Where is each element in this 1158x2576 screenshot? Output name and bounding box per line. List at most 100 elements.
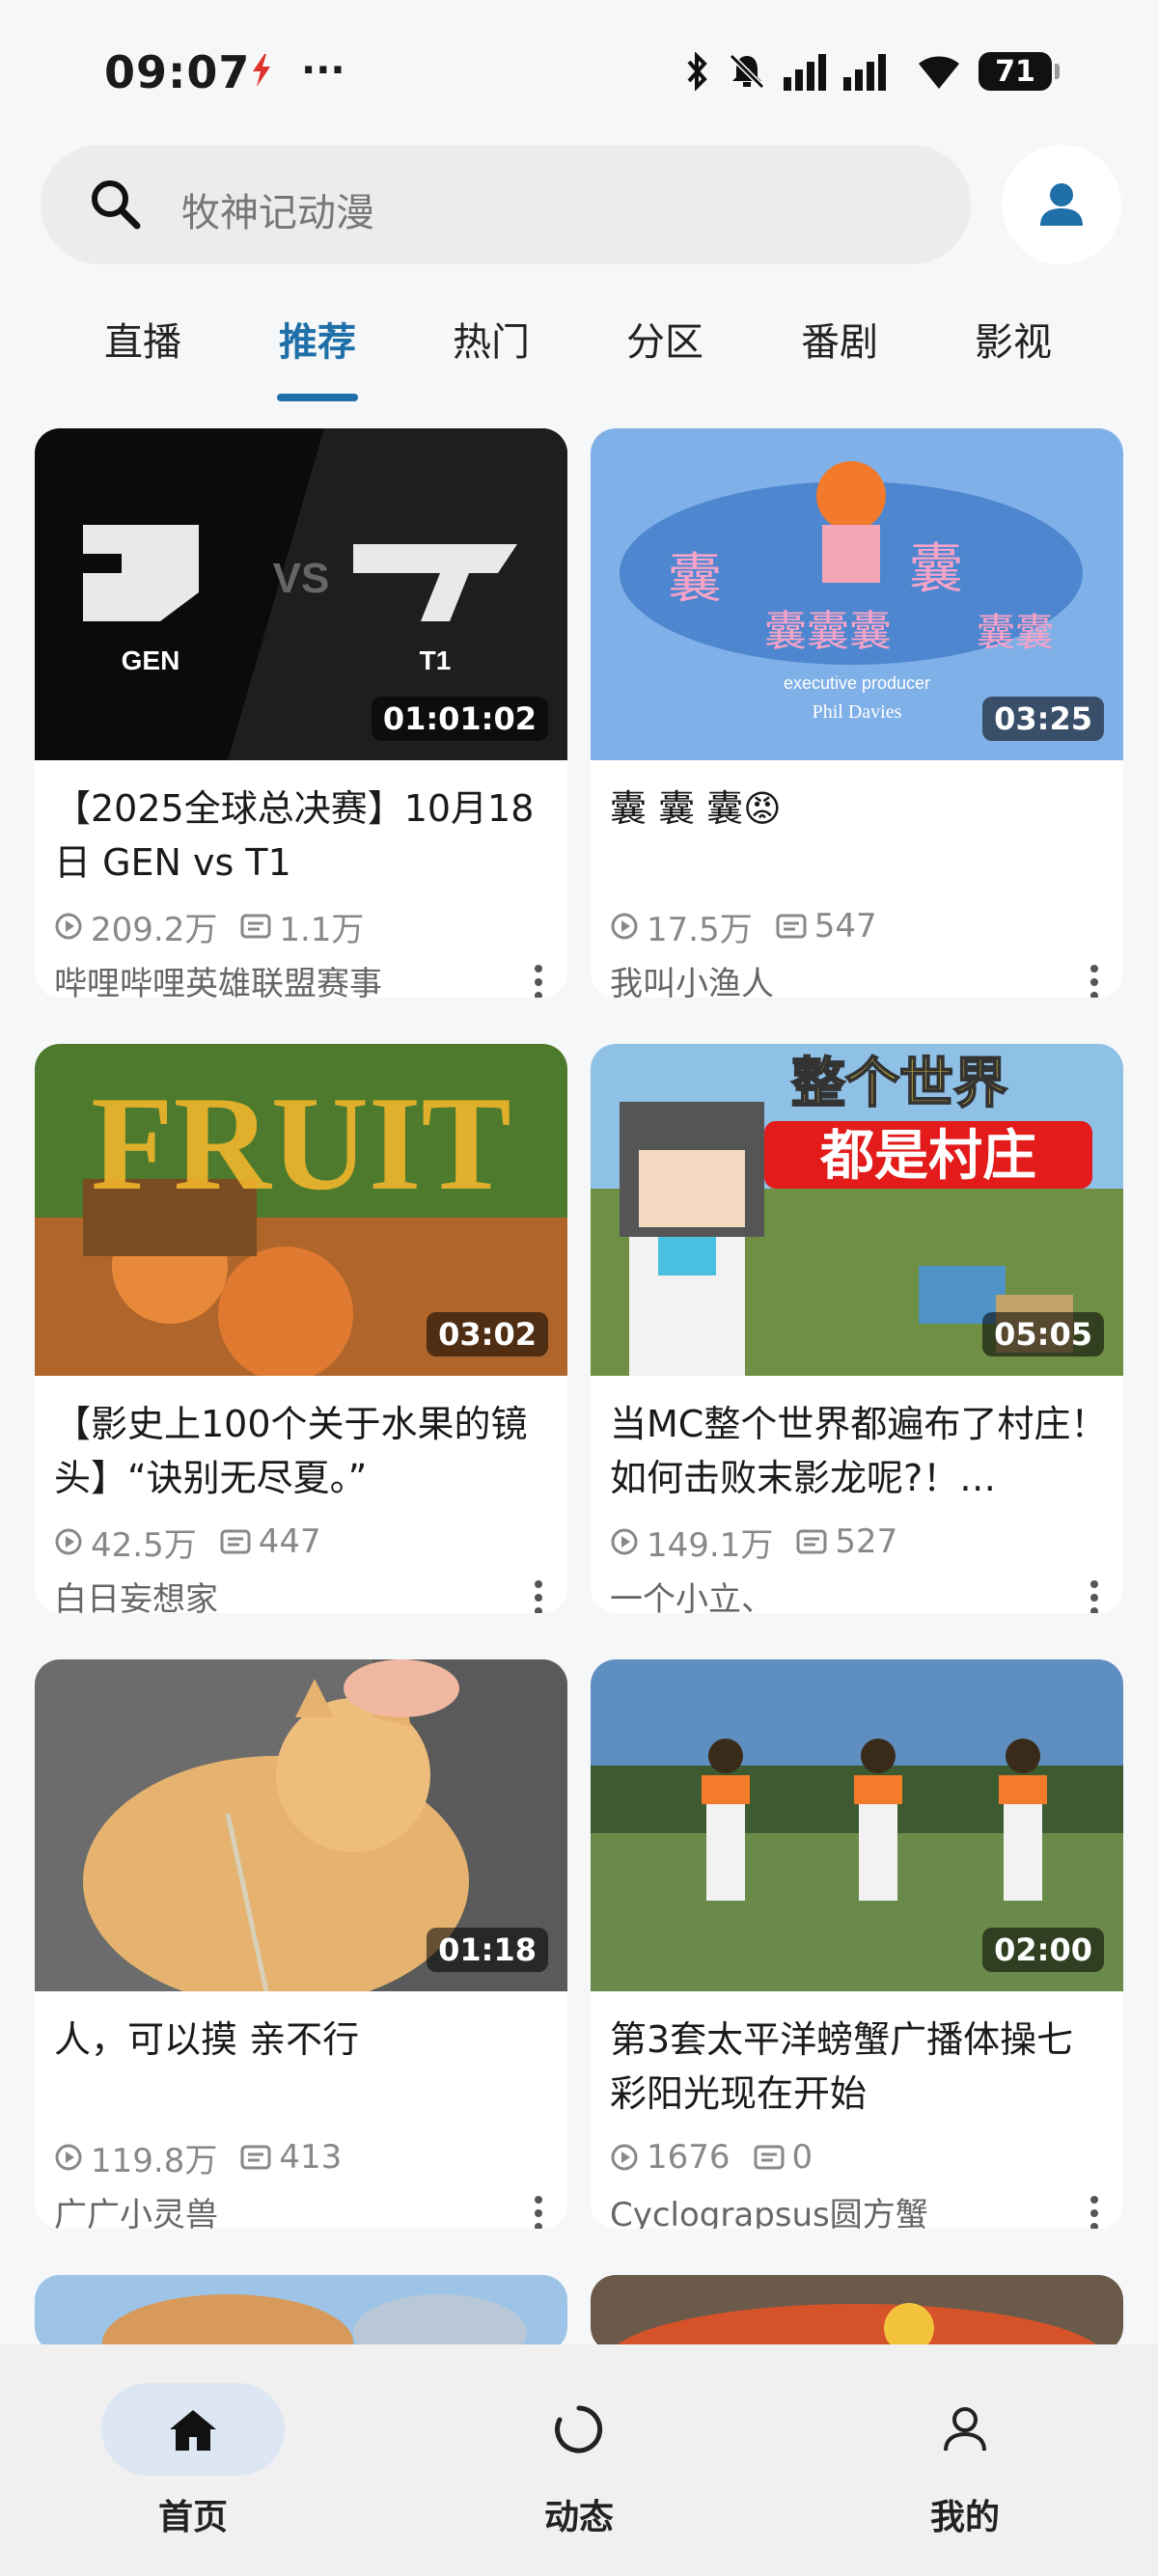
video-title[interactable]: 【2025全球总决赛】10月18日 GEN vs T1 bbox=[54, 781, 552, 893]
more-options-icon[interactable] bbox=[529, 1578, 548, 1613]
video-title[interactable]: 【影史上100个关于水果的镜头】“诀别无尽夏。” bbox=[54, 1397, 552, 1509]
video-duration: 02:00 bbox=[982, 1928, 1104, 1972]
view-count: 209.2万 bbox=[54, 903, 217, 950]
danmaku-icon bbox=[754, 2145, 785, 2170]
nav-activity-label: 动态 bbox=[543, 2498, 614, 2537]
danmaku-icon bbox=[240, 914, 271, 939]
signal-icon bbox=[784, 54, 886, 91]
video-thumbnail[interactable]: VS GEN T1 01:01:02 bbox=[35, 428, 567, 760]
video-thumbnail[interactable]: 整个世界 都是村庄 05:05 bbox=[591, 1044, 1123, 1376]
video-stats: 119.8万 413 bbox=[54, 2138, 365, 2180]
danmaku-icon bbox=[796, 1529, 827, 1554]
video-author[interactable]: 白日妄想家 bbox=[54, 1573, 218, 1613]
thumb-line2: 都是村庄 bbox=[819, 1125, 1036, 1188]
avatar-button[interactable] bbox=[1002, 145, 1121, 264]
nav-activity-pill bbox=[487, 2383, 671, 2476]
more-options-icon[interactable] bbox=[1085, 1578, 1104, 1613]
danmaku-icon bbox=[220, 1529, 251, 1554]
video-card[interactable]: FRUIT 03:02 【影史上100个关于水果的镜头】“诀别无尽夏。” 42.… bbox=[35, 1044, 567, 1613]
video-card[interactable]: VS GEN T1 01:01:02 【2025全球总决赛】10月18日 GEN… bbox=[35, 428, 567, 998]
tab-recommend[interactable]: 推荐 bbox=[260, 311, 375, 367]
video-card[interactable]: 02:00 第3套太平洋螃蟹广播体操七彩阳光现在开始 1676 0 Cyclog… bbox=[591, 1659, 1123, 2229]
bottom-navigation: 首页 动态 我的 bbox=[0, 2344, 1158, 2576]
play-count-icon bbox=[55, 2144, 82, 2171]
video-card[interactable]: 囊 囊 囊囊囊 囊囊 executive producer Phil Davie… bbox=[591, 428, 1123, 998]
video-author[interactable]: 广广小灵兽 bbox=[54, 2188, 218, 2229]
video-thumbnail[interactable]: 02:00 bbox=[591, 1659, 1123, 1991]
video-thumbnail[interactable]: 囊 囊 囊囊囊 囊囊 executive producer Phil Davie… bbox=[591, 428, 1123, 760]
profile-icon bbox=[944, 2407, 986, 2452]
video-author[interactable]: Cyclograpsus圆方蟹 bbox=[610, 2188, 928, 2229]
nav-profile[interactable]: 我的 bbox=[868, 2383, 1062, 2539]
video-author[interactable]: 我叫小渔人 bbox=[610, 957, 774, 998]
video-thumbnail[interactable] bbox=[35, 2275, 567, 2352]
video-duration: 01:18 bbox=[427, 1928, 548, 1972]
nav-activity[interactable]: 动态 bbox=[482, 2383, 676, 2539]
search-bar[interactable]: 牧神记动漫 bbox=[41, 145, 971, 264]
thumb-line1: 整个世界 bbox=[791, 1053, 1007, 1115]
view-count: 17.5万 bbox=[610, 903, 753, 950]
video-duration: 01:01:02 bbox=[371, 697, 548, 741]
video-card[interactable] bbox=[35, 2275, 567, 2352]
mute-icon bbox=[729, 53, 765, 90]
tab-zones[interactable]: 分区 bbox=[607, 311, 723, 367]
user-icon bbox=[1040, 183, 1083, 226]
play-count-icon bbox=[611, 913, 638, 940]
video-card[interactable]: 01:18 人，可以摸 亲不行 119.8万 413 广广小灵兽 bbox=[35, 1659, 567, 2229]
status-icons: 71 bbox=[685, 50, 1060, 93]
search-input[interactable]: 牧神记动漫 bbox=[181, 181, 374, 237]
more-options-icon[interactable] bbox=[1085, 963, 1104, 998]
video-title[interactable]: 当MC整个世界都遍布了村庄！如何击败末影龙呢?！… bbox=[610, 1397, 1108, 1509]
view-count: 149.1万 bbox=[610, 1519, 773, 1566]
video-card[interactable]: 整个世界 都是村庄 05:05 当MC整个世界都遍布了村庄！如何击败末影龙呢?！… bbox=[591, 1044, 1123, 1613]
thumb-t1: T1 bbox=[420, 645, 452, 675]
thumb-gen: GEN bbox=[122, 645, 180, 675]
play-count-icon bbox=[611, 2144, 638, 2171]
play-count-icon bbox=[55, 1528, 82, 1555]
status-time: 09:07 bbox=[104, 46, 251, 98]
video-duration: 03:02 bbox=[427, 1312, 548, 1357]
thumb-nang: 囊 bbox=[668, 548, 722, 611]
more-options-icon[interactable] bbox=[529, 2194, 548, 2229]
battery-icon: 71 bbox=[979, 52, 1060, 91]
danmaku-icon bbox=[240, 2145, 271, 2170]
nav-home[interactable]: 首页 bbox=[96, 2383, 290, 2539]
play-count-icon bbox=[611, 1528, 638, 1555]
video-stats: 42.5万 447 bbox=[54, 1522, 345, 1565]
play-count-icon bbox=[55, 913, 82, 940]
thumb-credit: executive producer bbox=[784, 673, 930, 693]
nav-profile-pill bbox=[873, 2383, 1057, 2476]
comment-count: 413 bbox=[240, 2138, 342, 2177]
tab-indicator bbox=[277, 394, 358, 401]
view-count: 119.8万 bbox=[54, 2134, 217, 2181]
tab-hot[interactable]: 热门 bbox=[433, 311, 549, 367]
video-author[interactable]: 一个小立、 bbox=[610, 1573, 774, 1613]
comment-count: 1.1万 bbox=[240, 903, 364, 950]
video-card[interactable] bbox=[591, 2275, 1123, 2352]
more-options-icon[interactable] bbox=[1085, 2194, 1104, 2229]
tab-live[interactable]: 直播 bbox=[85, 311, 201, 367]
video-author[interactable]: 哔哩哔哩英雄联盟赛事 bbox=[54, 957, 382, 998]
video-thumbnail[interactable]: FRUIT 03:02 bbox=[35, 1044, 567, 1376]
thumb-credit-name: Phil Davies bbox=[813, 701, 902, 723]
video-stats: 1676 0 bbox=[610, 2138, 836, 2177]
video-title[interactable]: 第3套太平洋螃蟹广播体操七彩阳光现在开始 bbox=[610, 2013, 1108, 2124]
video-duration: 05:05 bbox=[982, 1312, 1104, 1357]
svg-text:囊囊: 囊囊 bbox=[977, 611, 1054, 655]
tab-film[interactable]: 影视 bbox=[955, 311, 1071, 367]
home-icon bbox=[170, 2410, 216, 2451]
video-thumbnail[interactable] bbox=[591, 2275, 1123, 2352]
thumb-vs: VS bbox=[273, 555, 330, 602]
video-thumbnail[interactable]: 01:18 bbox=[35, 1659, 567, 1991]
view-count: 1676 bbox=[610, 2138, 731, 2177]
video-title[interactable]: 人，可以摸 亲不行 bbox=[54, 2013, 552, 2124]
more-options-icon[interactable] bbox=[529, 963, 548, 998]
svg-text:囊囊囊: 囊囊囊 bbox=[764, 607, 892, 656]
bluetooth-icon bbox=[687, 52, 707, 91]
view-count: 42.5万 bbox=[54, 1519, 197, 1566]
tab-anime[interactable]: 番剧 bbox=[782, 311, 897, 367]
video-duration: 03:25 bbox=[982, 697, 1104, 741]
nav-home-pill bbox=[101, 2383, 285, 2476]
svg-text:囊: 囊 bbox=[909, 538, 963, 601]
video-title[interactable]: 囊 囊 囊😡 bbox=[610, 781, 1108, 893]
